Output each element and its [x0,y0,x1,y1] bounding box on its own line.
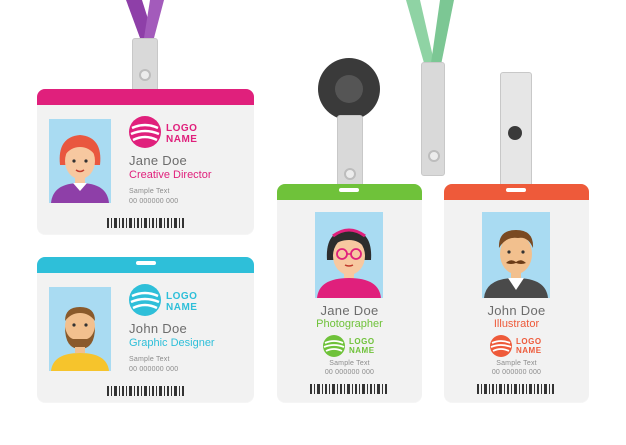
card-header-strip [444,184,589,200]
logo-line2: NAME [516,346,542,355]
sample-text: Sample Text [129,356,170,363]
logo-icon [129,116,161,148]
logo-icon [490,335,512,357]
card-header-strip [37,257,254,273]
logo-text: LOGO NAME [516,337,542,355]
logo-text: LOGO NAME [349,337,375,355]
id-number: 00 000000 000 [324,369,375,376]
logo-text: LOGO NAME [166,123,197,145]
logo-icon [129,284,161,316]
id-number: 00 000000 000 [129,366,179,373]
logo-line1: LOGO [516,337,542,346]
card-holder-role: Photographer [316,318,383,330]
clip-rivet [344,168,356,180]
card-holder-name: John Doe [129,321,188,336]
logo-line1: LOGO [166,291,198,302]
logo-line2: NAME [349,346,375,355]
id-card-creative-director: LOGO NAME Jane Doe Creative Director Sam… [37,89,254,234]
card-holder-role: Illustrator [493,318,540,330]
mustache-man-avatar-icon [484,230,548,298]
card-holder-name: John Doe [487,303,546,318]
barcode [107,386,184,396]
card-header-strip [37,89,254,105]
sample-text: Sample Text [496,360,537,367]
portrait-photo [49,119,111,203]
barcode [107,218,184,228]
lanyard-slot [339,188,359,192]
id-card-illustrator: John Doe Illustrator LOGO NAME Sample Te… [444,184,589,402]
logo-line2: NAME [166,134,198,145]
bearded-man-avatar-icon [51,307,109,371]
clip-rivet [428,150,440,162]
id-number: 00 000000 000 [491,369,542,376]
portrait-photo [482,212,550,298]
clip-button [508,126,522,140]
logo-line2: NAME [166,302,198,313]
woman-glasses-avatar-icon [317,228,381,298]
card-holder-role: Creative Director [129,169,212,181]
id-card-graphic-designer: LOGO NAME John Doe Graphic Designer Samp… [37,257,254,402]
badge-reel-center [335,75,363,103]
card-holder-name: Jane Doe [129,153,188,168]
id-card-photographer: Jane Doe Photographer LOGO NAME Sample T… [277,184,422,402]
clip-rivet [139,69,151,81]
card-holder-name: Jane Doe [320,303,379,318]
sample-text: Sample Text [329,360,370,367]
logo-line1: LOGO [166,123,198,134]
sample-text: Sample Text [129,188,170,195]
id-number: 00 000000 000 [129,198,179,205]
card-header-strip [277,184,422,200]
woman-avatar-icon [51,135,109,203]
logo-text: LOGO NAME [166,291,197,313]
barcode [310,384,387,394]
logo-line1: LOGO [349,337,375,346]
portrait-photo [315,212,383,298]
lanyard-slot [506,188,526,192]
card-holder-role: Graphic Designer [129,337,215,349]
barcode [477,384,554,394]
logo-icon [323,335,345,357]
portrait-photo [49,287,111,371]
lanyard-slot [136,261,156,265]
